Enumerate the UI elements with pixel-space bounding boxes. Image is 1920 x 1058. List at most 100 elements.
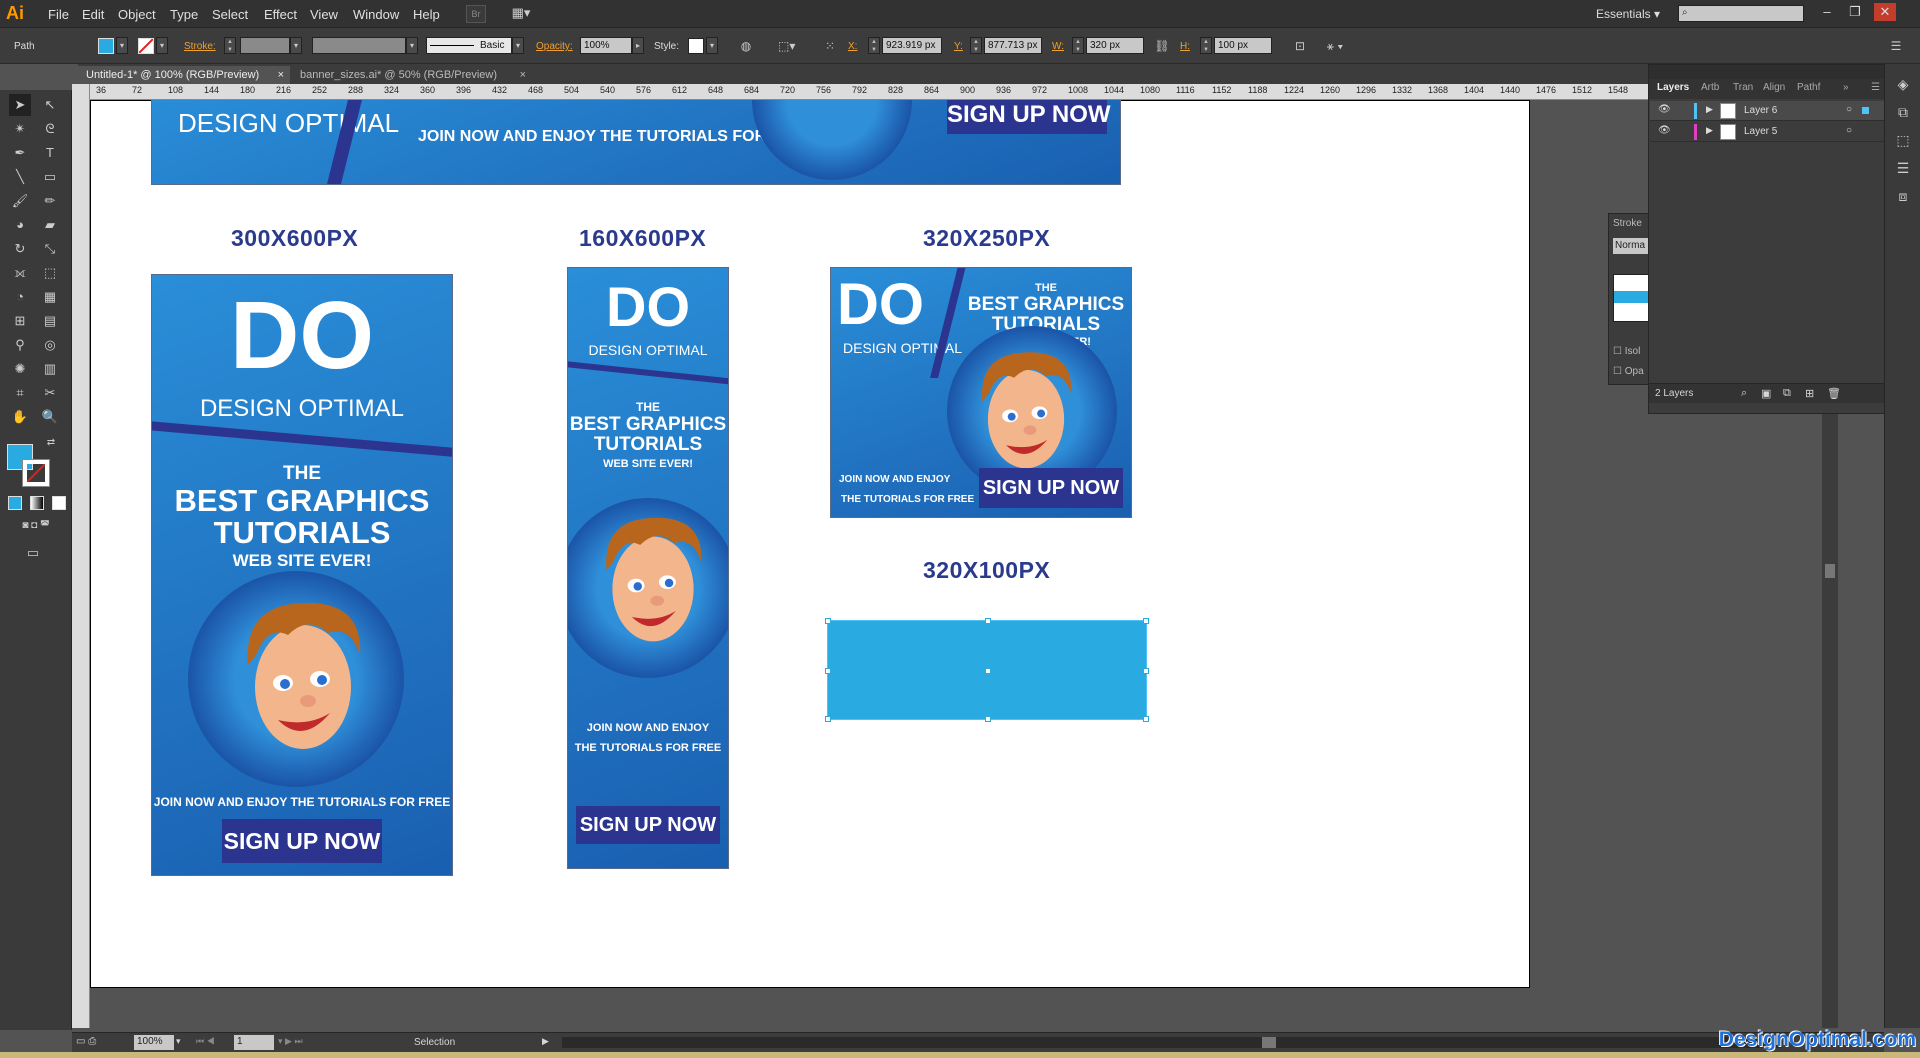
screen-mode-icon[interactable]: ▭ (22, 542, 44, 564)
zoom-field[interactable]: 100% (134, 1035, 174, 1050)
fill-swatch[interactable] (98, 38, 114, 54)
brush-definition-field[interactable]: Basic (426, 37, 512, 54)
selection-handle[interactable] (825, 668, 831, 674)
selection-handle[interactable] (825, 716, 831, 722)
align-panel-icon[interactable]: ☰ (1893, 160, 1913, 180)
selected-rectangle-320x100[interactable] (825, 618, 1149, 722)
locate-object-icon[interactable]: ⌕ (1741, 387, 1747, 400)
opacity-dropdown[interactable]: ▸ (632, 37, 644, 54)
layers-panel-icon[interactable]: ◈ (1893, 76, 1913, 96)
align-to-icon[interactable]: ⬚▾ (778, 39, 795, 53)
layer-row-layer-6[interactable]: 👁 ▶ Layer 6 ○ (1650, 101, 1893, 121)
selection-handle[interactable] (1143, 668, 1149, 674)
height-field[interactable]: 100 px (1214, 37, 1272, 54)
expand-arrow-icon[interactable]: ▶ (1706, 104, 1713, 115)
slice-tool-icon[interactable]: ✂ (39, 382, 61, 404)
zoom-dropdown-icon[interactable]: ▾ (176, 1036, 181, 1047)
panel-header[interactable]: « (1649, 65, 1893, 79)
width-tool-icon[interactable]: ⟗ (9, 262, 31, 284)
stroke-dropdown[interactable]: ▾ (156, 37, 168, 54)
eraser-tool-icon[interactable]: ▰ (39, 214, 61, 236)
target-icon[interactable]: ○ (1846, 104, 1852, 115)
pathfinder-panel-icon[interactable]: ⧈ (1893, 188, 1913, 208)
visibility-eye-icon[interactable]: 👁 (1658, 104, 1671, 115)
artboard-tool-icon[interactable]: ⌗ (9, 382, 31, 404)
eyedropper-tool-icon[interactable]: ⚲ (9, 334, 31, 356)
artboards-panel-icon[interactable]: ⧉ (1893, 104, 1913, 124)
graphic-style-swatch[interactable] (688, 38, 704, 54)
search-input[interactable]: ⌕ (1678, 5, 1804, 22)
make-clipping-mask-icon[interactable]: ▣ (1761, 387, 1771, 400)
gradient-tool-icon[interactable]: ▤ (39, 310, 61, 332)
target-icon[interactable]: ○ (1846, 125, 1852, 136)
mesh-tool-icon[interactable]: ⊞ (9, 310, 31, 332)
magic-wand-tool-icon[interactable]: ✴ (9, 118, 31, 140)
gradient-mode-icon[interactable] (30, 496, 44, 510)
layer-name[interactable]: Layer 6 (1744, 105, 1777, 116)
tab-align[interactable]: Align (1763, 82, 1785, 93)
brush-dropdown[interactable]: ▾ (512, 37, 524, 54)
style-dropdown[interactable]: ▾ (706, 37, 718, 54)
zoom-tool-icon[interactable]: 🔍 (39, 406, 61, 428)
close-window-button[interactable]: ✕ (1874, 3, 1896, 21)
y-position-field[interactable]: 877.713 px (984, 37, 1042, 54)
arrange-documents-icon[interactable]: ▦▾ (506, 5, 536, 23)
blend-tool-icon[interactable]: ◎ (39, 334, 61, 356)
visibility-eye-icon[interactable]: 👁 (1658, 125, 1671, 136)
opacity-mask-thumb[interactable] (1613, 274, 1649, 322)
symbol-sprayer-tool-icon[interactable]: ✺ (9, 358, 31, 380)
horizontal-scrollbar[interactable] (562, 1037, 1782, 1048)
x-stepper[interactable]: ▲ ▼ (868, 37, 880, 54)
tab-banner-sizes[interactable]: banner_sizes.ai* @ 50% (RGB/Preview) × (292, 66, 532, 84)
opacity-label[interactable]: Opacity: (536, 41, 573, 52)
menu-object[interactable]: Object (118, 7, 156, 22)
transform-panel-icon[interactable]: ⬚ (1893, 132, 1913, 152)
menu-window[interactable]: Window (353, 7, 399, 22)
opacity-checkbox[interactable]: ☐ Opa (1613, 366, 1644, 377)
selection-handle[interactable] (825, 618, 831, 624)
expand-arrow-icon[interactable]: ▶ (1706, 125, 1713, 136)
banner-320x250[interactable]: DO DESIGN OPTIMAL THE BEST GRAPHICS TUTO… (830, 267, 1132, 518)
variable-width-field[interactable] (312, 37, 406, 54)
selection-handle[interactable] (985, 618, 991, 624)
selection-handle[interactable] (985, 716, 991, 722)
artboard[interactable]: DESIGN OPTIMAL JOIN NOW AND ENJOY THE TU… (90, 100, 1530, 988)
line-tool-icon[interactable]: ╲ (9, 166, 31, 188)
y-stepper[interactable]: ▲ ▼ (970, 37, 982, 54)
rotate-tool-icon[interactable]: ↻ (9, 238, 31, 260)
more-tabs-icon[interactable]: » (1843, 82, 1849, 93)
menu-edit[interactable]: Edit (82, 7, 104, 22)
pen-tool-icon[interactable]: ✒ (9, 142, 31, 164)
stroke-none-swatch[interactable] (138, 38, 154, 54)
shape-builder-tool-icon[interactable]: ◔ (9, 286, 31, 308)
next-artboard-icon[interactable]: ▾ ▶ ⏭ (278, 1036, 303, 1047)
delete-layer-icon[interactable]: 🗑 (1827, 387, 1841, 400)
layer-row-layer-5[interactable]: 👁 ▶ Layer 5 ○ (1650, 122, 1893, 142)
menu-help[interactable]: Help (413, 7, 440, 22)
status-menu-arrow-icon[interactable]: ▶ (542, 1036, 549, 1047)
first-artboard-icon[interactable]: ⏮ ◀ (196, 1036, 215, 1047)
scroll-thumb[interactable] (1262, 1037, 1276, 1048)
transform-icon[interactable]: ⊡ (1292, 39, 1308, 53)
artboard-number-field[interactable]: 1 (234, 1035, 274, 1050)
pencil-tool-icon[interactable]: ✏ (39, 190, 61, 212)
direct-selection-tool-icon[interactable]: ↖ (39, 94, 61, 116)
banner-160x600[interactable]: DO DESIGN OPTIMAL THE BEST GRAPHICS TUTO… (567, 267, 729, 869)
swap-colors-icon[interactable]: ⇄ (44, 436, 58, 450)
width-field[interactable]: 320 px (1086, 37, 1144, 54)
new-layer-icon[interactable]: ⊞ (1805, 387, 1814, 400)
bridge-icon[interactable]: Br (466, 5, 486, 23)
menu-select[interactable]: Select (212, 7, 248, 22)
selection-tool-icon[interactable]: ➤ (9, 94, 31, 116)
isolate-object-icon[interactable]: ⚹ ▾ (1320, 39, 1350, 53)
variable-width-dropdown[interactable]: ▾ (406, 37, 418, 54)
recolor-artwork-icon[interactable]: ◍ (738, 39, 754, 53)
artboard-navigator-icon[interactable]: ▭ ⎙ (76, 1036, 96, 1047)
stroke-weight-stepper[interactable]: ▲ ▼ (224, 37, 236, 54)
canvas-pasteboard[interactable]: DESIGN OPTIMAL JOIN NOW AND ENJOY THE TU… (90, 100, 1650, 1028)
constrain-proportions-icon[interactable]: ⛓ (1154, 39, 1170, 53)
layer-name[interactable]: Layer 5 (1744, 126, 1777, 137)
tab-pathfinder[interactable]: Pathf (1797, 82, 1820, 93)
h-stepper[interactable]: ▲ ▼ (1200, 37, 1212, 54)
reference-point-icon[interactable]: ⁙ (822, 39, 838, 53)
